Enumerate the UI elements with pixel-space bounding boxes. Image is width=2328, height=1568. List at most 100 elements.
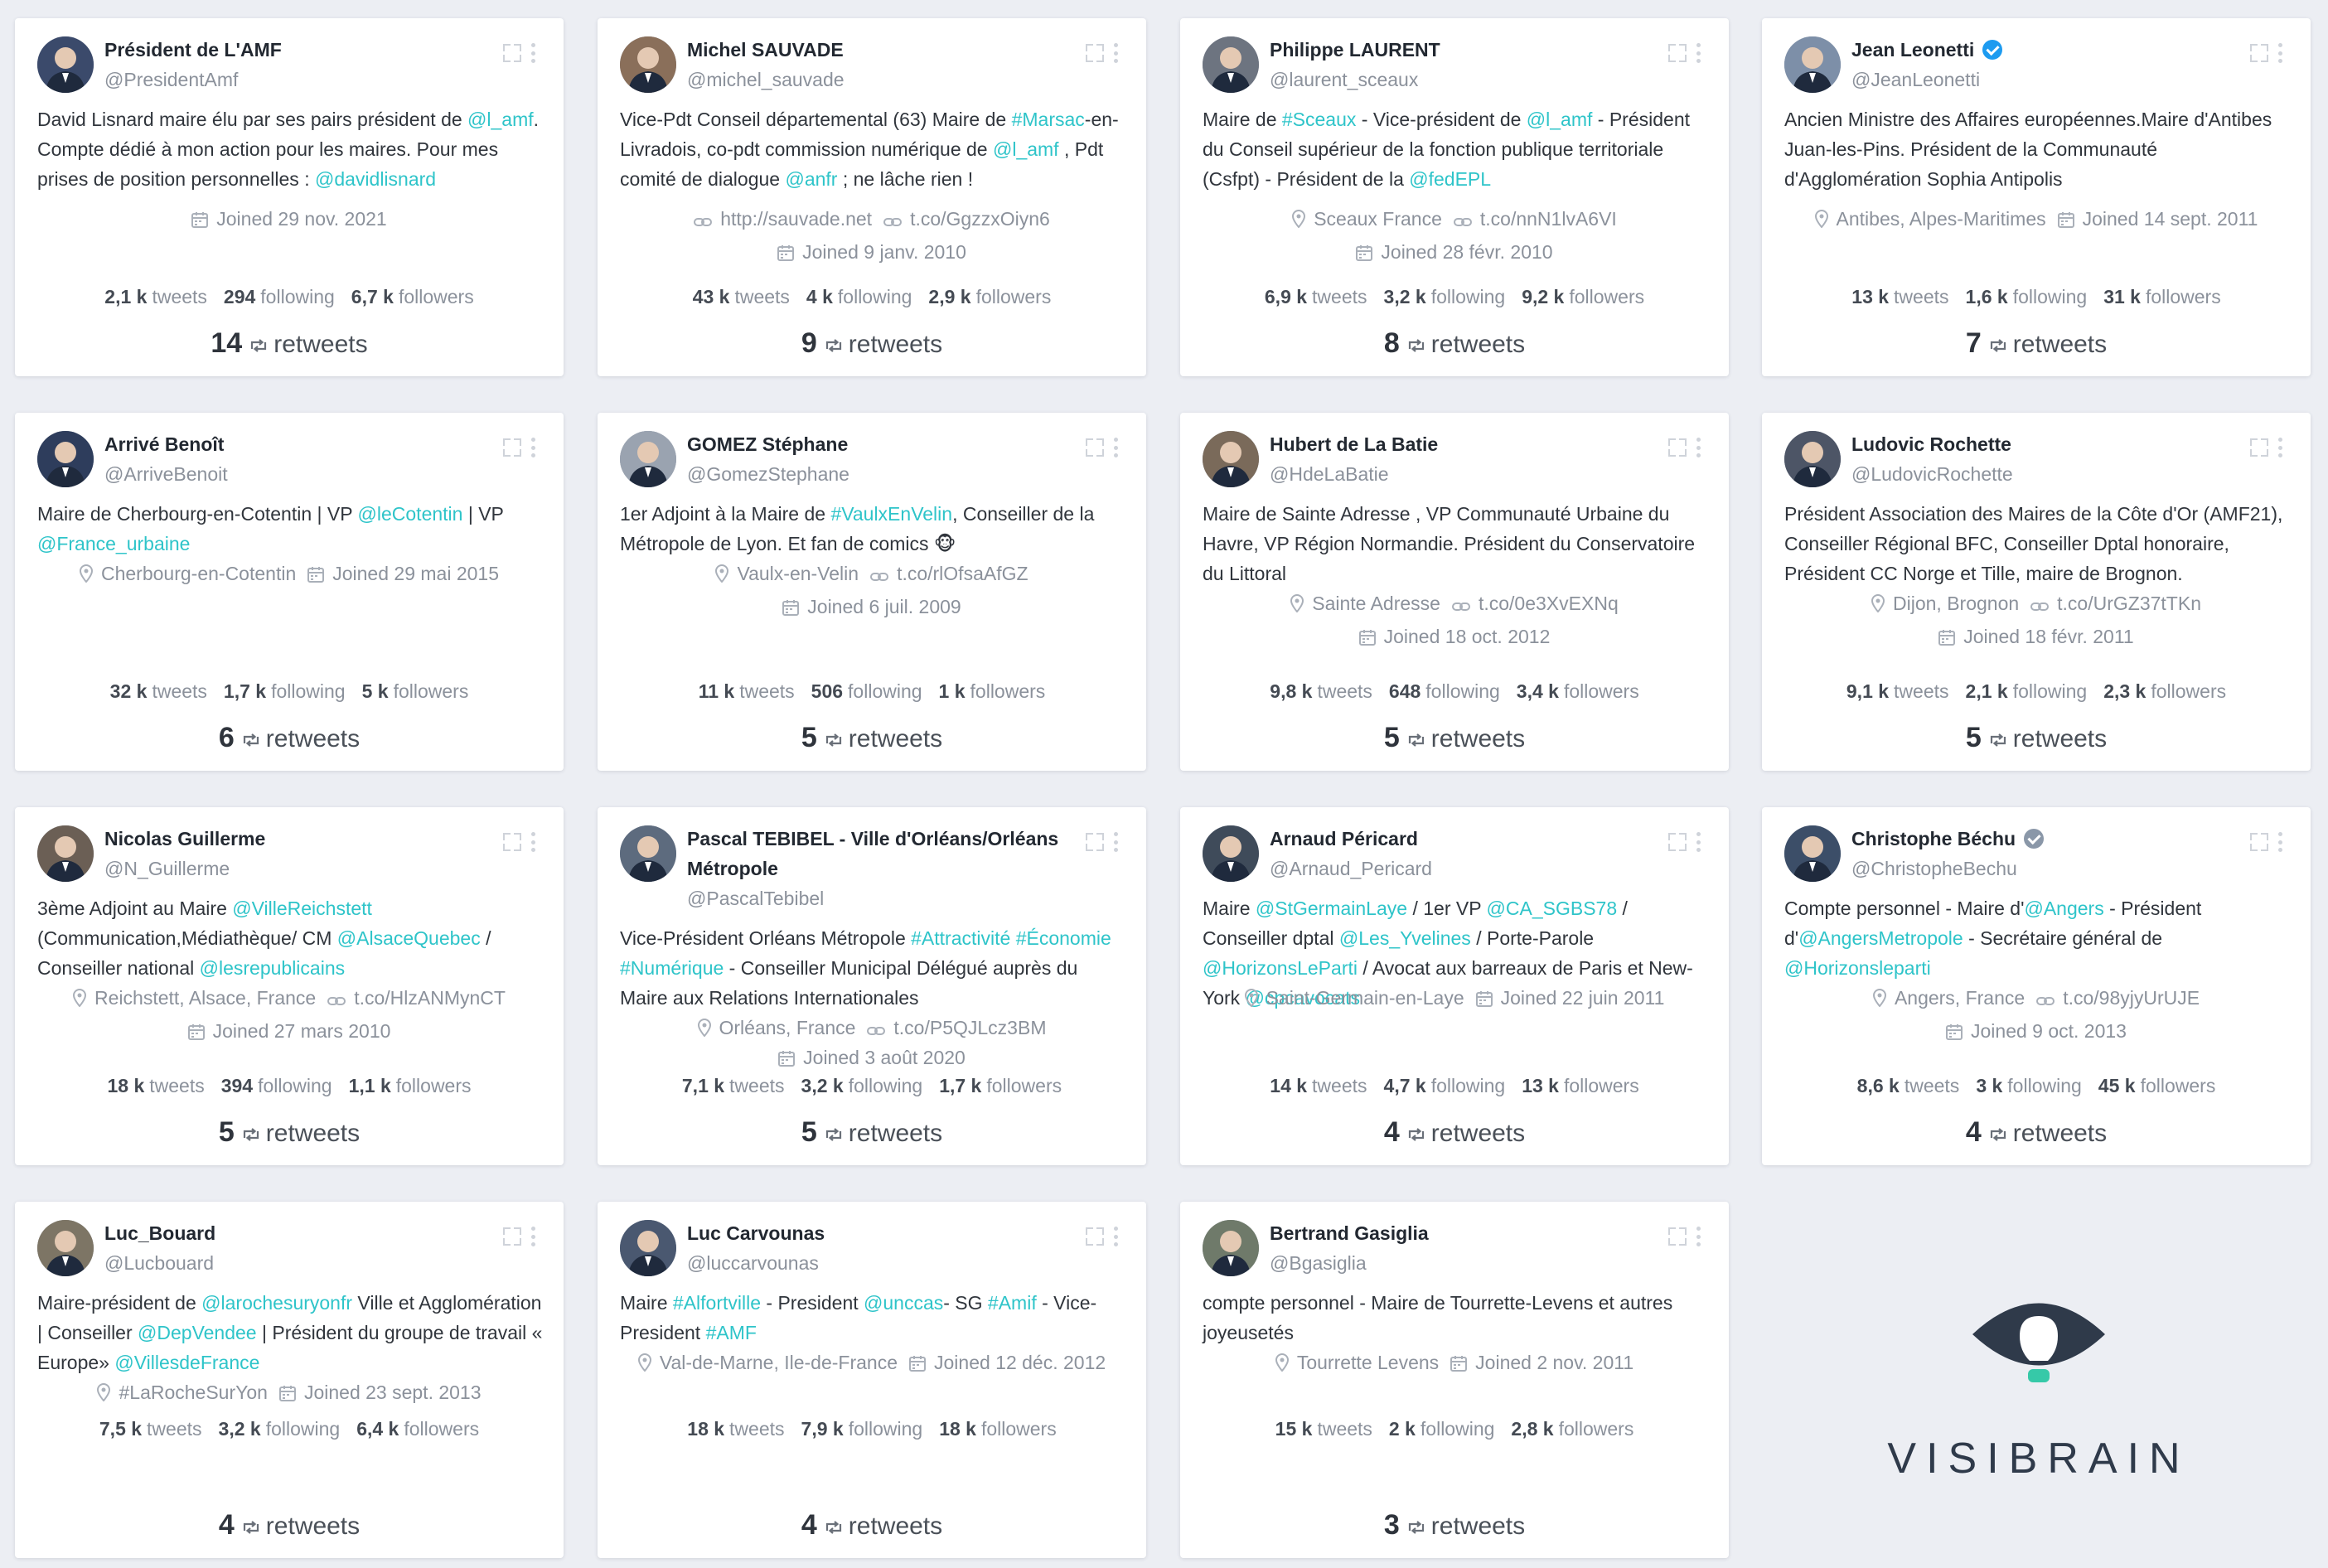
expand-icon[interactable] — [2250, 44, 2268, 62]
more-icon[interactable] — [2278, 832, 2282, 852]
avatar[interactable] — [1203, 36, 1259, 93]
profile-name[interactable]: Nicolas Guillerme — [104, 828, 265, 849]
profile-url[interactable]: t.co/GgzzxOiyn6 — [883, 208, 1050, 230]
profile-name[interactable]: Luc Carvounas — [687, 1222, 825, 1244]
bio-link[interactable]: @leCotentin — [358, 503, 463, 525]
more-icon[interactable] — [1114, 832, 1118, 852]
profile-handle[interactable]: @LudovicRochette — [1851, 459, 2241, 489]
profile-card[interactable]: Pascal TEBIBEL - Ville d'Orléans/Orléans… — [598, 807, 1146, 1165]
profile-card[interactable]: Bertrand Gasiglia @Bgasiglia compte person… — [1180, 1202, 1729, 1558]
profile-url[interactable]: t.co/UrGZ37tTKn — [2030, 593, 2201, 614]
bio-link[interactable]: @DepVendee — [138, 1322, 257, 1343]
more-icon[interactable] — [1696, 1227, 1701, 1246]
bio-link[interactable]: @CA_SGBS78 — [1487, 898, 1618, 919]
profile-handle[interactable]: @Lucbouard — [104, 1248, 494, 1278]
profile-handle[interactable]: @Bgasiglia — [1270, 1248, 1659, 1278]
bio-link[interactable]: @anfr — [785, 168, 837, 190]
expand-icon[interactable] — [1668, 1227, 1687, 1246]
bio-link[interactable]: @StGermainLaye — [1256, 898, 1407, 919]
bio-link[interactable]: #Sceaux — [1282, 109, 1357, 130]
bio-link[interactable]: @VilleReichstett — [232, 898, 372, 919]
profile-card[interactable]: GOMEZ Stéphane @GomezStephane 1er Adjoint … — [598, 413, 1146, 771]
expand-icon[interactable] — [503, 44, 521, 62]
profile-handle[interactable]: @HdeLaBatie — [1270, 459, 1659, 489]
profile-handle[interactable]: @PresidentAmf — [104, 65, 494, 94]
bio-link[interactable]: @fedEPL — [1409, 168, 1491, 190]
profile-handle[interactable]: @PascalTebibel — [687, 883, 1077, 913]
profile-name[interactable]: Christophe Béchu — [1851, 828, 2016, 849]
profile-handle[interactable]: @Arnaud_Pericard — [1270, 854, 1659, 883]
more-icon[interactable] — [1114, 438, 1118, 457]
bio-link[interactable]: @l_amf — [993, 138, 1059, 160]
profile-url[interactable]: t.co/98yjyUrUJE — [2036, 987, 2200, 1009]
avatar[interactable] — [1203, 1220, 1259, 1276]
profile-url[interactable]: t.co/P5QJLcz3BM — [867, 1017, 1046, 1038]
profile-name[interactable]: Pascal TEBIBEL - Ville d'Orléans/Orléans… — [687, 828, 1058, 879]
bio-link[interactable]: @larochesuryonfr — [201, 1292, 352, 1314]
profile-name[interactable]: GOMEZ Stéphane — [687, 433, 848, 455]
expand-icon[interactable] — [1668, 833, 1687, 851]
avatar[interactable] — [620, 825, 676, 882]
avatar[interactable] — [620, 36, 676, 93]
profile-handle[interactable]: @ChristopheBechu — [1851, 854, 2241, 883]
expand-icon[interactable] — [1086, 833, 1104, 851]
bio-link[interactable]: @Horizonsleparti — [1784, 957, 1931, 979]
bio-link[interactable]: @France_urbaine — [37, 533, 190, 554]
expand-icon[interactable] — [1086, 438, 1104, 457]
more-icon[interactable] — [1114, 1227, 1118, 1246]
bio-link[interactable]: #AMF — [706, 1322, 757, 1343]
expand-icon[interactable] — [1668, 438, 1687, 457]
profile-url[interactable]: t.co/HlzANMynCT — [327, 987, 506, 1009]
profile-handle[interactable]: @ArriveBenoit — [104, 459, 494, 489]
more-icon[interactable] — [531, 438, 535, 457]
more-icon[interactable] — [2278, 438, 2282, 457]
bio-link[interactable]: #Économie — [1016, 927, 1111, 949]
more-icon[interactable] — [531, 1227, 535, 1246]
profile-handle[interactable]: @laurent_sceaux — [1270, 65, 1659, 94]
profile-url[interactable]: t.co/0e3XvEXNq — [1451, 593, 1619, 614]
bio-link[interactable]: @l_amf — [1527, 109, 1593, 130]
bio-link[interactable]: @AlsaceQuebec — [337, 927, 481, 949]
profile-card[interactable]: Luc_Bouard @Lucbouard Maire-président de @… — [15, 1202, 564, 1558]
profile-name[interactable]: Ludovic Rochette — [1851, 433, 2011, 455]
profile-name[interactable]: Bertrand Gasiglia — [1270, 1222, 1429, 1244]
avatar[interactable] — [620, 431, 676, 487]
profile-handle[interactable]: @GomezStephane — [687, 459, 1077, 489]
profile-handle[interactable]: @luccarvounas — [687, 1248, 1077, 1278]
profile-name[interactable]: Michel SAUVADE — [687, 39, 844, 60]
profile-name[interactable]: Arnaud Péricard — [1270, 828, 1418, 849]
profile-card[interactable]: Arnaud Péricard @Arnaud_Pericard Maire @St… — [1180, 807, 1729, 1165]
profile-card[interactable]: Ludovic Rochette @LudovicRochette Présiden… — [1762, 413, 2311, 771]
profile-card[interactable]: Christophe Béchu @ChristopheBechu Compte p… — [1762, 807, 2311, 1165]
expand-icon[interactable] — [1086, 44, 1104, 62]
profile-card[interactable]: Président de L'AMF @PresidentAmf David Lis… — [15, 18, 564, 376]
bio-link[interactable]: @lesrepublicains — [200, 957, 346, 979]
more-icon[interactable] — [1114, 43, 1118, 63]
expand-icon[interactable] — [2250, 438, 2268, 457]
profile-name[interactable]: Président de L'AMF — [104, 39, 282, 60]
bio-link[interactable]: @AngersMetropole — [1798, 927, 1963, 949]
profile-url[interactable]: http://sauvade.net — [694, 208, 872, 230]
avatar[interactable] — [37, 1220, 94, 1276]
bio-link[interactable]: @HorizonsLeParti — [1203, 957, 1358, 979]
profile-card[interactable]: Arrivé Benoît @ArriveBenoit Maire de Cherb… — [15, 413, 564, 771]
profile-card[interactable]: Philippe LAURENT @laurent_sceaux Maire de … — [1180, 18, 1729, 376]
expand-icon[interactable] — [1086, 1227, 1104, 1246]
more-icon[interactable] — [1696, 832, 1701, 852]
bio-link[interactable]: @davidlisnard — [315, 168, 436, 190]
profile-name[interactable]: Hubert de La Batie — [1270, 433, 1438, 455]
bio-link[interactable]: @unccas — [864, 1292, 943, 1314]
profile-url[interactable]: t.co/nnN1lvA6VI — [1453, 208, 1617, 230]
more-icon[interactable] — [1696, 438, 1701, 457]
profile-name[interactable]: Jean Leonetti — [1851, 39, 1974, 60]
bio-link[interactable]: #VaulxEnVelin — [830, 503, 952, 525]
avatar[interactable] — [37, 36, 94, 93]
profile-card[interactable]: Jean Leonetti @JeanLeonetti Ancien Ministr… — [1762, 18, 2311, 376]
profile-card[interactable]: Luc Carvounas @luccarvounas Maire #Alfortv… — [598, 1202, 1146, 1558]
bio-link[interactable]: @Angers — [2024, 898, 2103, 919]
bio-link[interactable]: #Alfortville — [673, 1292, 761, 1314]
bio-link[interactable]: #Attractivité — [911, 927, 1010, 949]
more-icon[interactable] — [1696, 43, 1701, 63]
profile-card[interactable]: Hubert de La Batie @HdeLaBatie Maire de Sa… — [1180, 413, 1729, 771]
bio-link[interactable]: @l_amf — [467, 109, 534, 130]
